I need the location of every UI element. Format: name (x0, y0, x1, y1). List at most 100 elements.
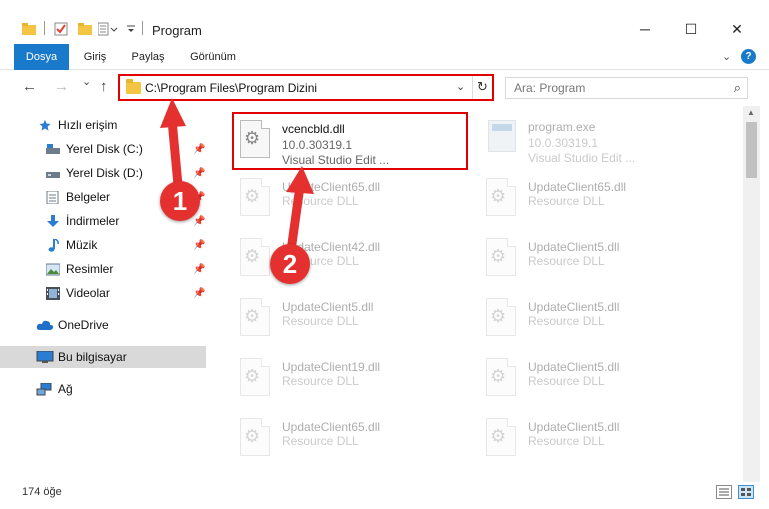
gear-icon: ⚙ (244, 246, 261, 266)
step-2-badge: 2 (270, 244, 310, 284)
folder-icon (126, 79, 141, 94)
computer-icon (36, 350, 54, 363)
file-item-program-exe[interactable]: program.exe 10.0.30319.1 Visual Studio E… (480, 112, 710, 168)
file-type: Resource DLL (528, 434, 605, 448)
window-title: Program (152, 23, 202, 38)
star-icon (39, 119, 51, 131)
tab-home[interactable]: Giriş (80, 44, 110, 70)
drive-icon (46, 171, 60, 178)
sidebar-item-label: Yerel Disk (C:) (66, 142, 143, 156)
back-button[interactable]: ← (22, 78, 37, 95)
close-button[interactable]: ✕ (714, 14, 760, 44)
dropdown-arrow-icon[interactable] (126, 22, 140, 36)
file-description: Visual Studio Edit ... (282, 153, 390, 167)
file-item[interactable]: ⚙ UpdateClient42.dll Resource DLL (234, 232, 464, 288)
customize-toolbar-icon[interactable] (97, 22, 118, 36)
file-item[interactable]: ⚙ UpdateClient65.dll Resource DLL (480, 172, 710, 228)
tab-view[interactable]: Görünüm (186, 44, 240, 70)
sidebar-item-label: Videolar (66, 286, 110, 300)
navigation-pane: Hızlı erişim Yerel Disk (C:) 📌 Yerel Dis… (0, 106, 208, 482)
file-name: UpdateClient5.dll (528, 240, 620, 254)
sidebar-item-this-pc[interactable]: Bu bilgisayar (0, 346, 206, 368)
help-icon[interactable]: ? (741, 49, 756, 64)
file-item[interactable]: ⚙ UpdateClient5.dll Resource DLL (480, 232, 710, 288)
pin-icon[interactable]: 📌 (193, 264, 205, 275)
new-folder-icon[interactable] (78, 22, 92, 36)
file-version: 10.0.30319.1 (528, 136, 599, 150)
file-item[interactable]: ⚙ UpdateClient5.dll Resource DLL (480, 292, 710, 348)
vertical-scrollbar[interactable]: ▲ (743, 106, 760, 482)
forward-button[interactable]: → (54, 78, 69, 95)
sidebar-item-label: Resimler (66, 262, 114, 276)
file-name: UpdateClient5.dll (282, 300, 374, 314)
file-item[interactable]: ⚙ UpdateClient19.dll Resource DLL (234, 352, 464, 408)
gear-icon: ⚙ (490, 306, 507, 326)
file-type: Resource DLL (282, 194, 359, 208)
scrollbar-thumb[interactable] (746, 122, 757, 178)
pin-icon[interactable]: 📌 (193, 144, 205, 155)
properties-icon[interactable] (54, 22, 68, 36)
file-description: Visual Studio Edit ... (528, 151, 636, 165)
file-name: UpdateClient19.dll (282, 360, 381, 374)
file-item[interactable]: ⚙ UpdateClient5.dll Resource DLL (480, 352, 710, 408)
file-type: Resource DLL (282, 374, 359, 388)
details-view-icon[interactable] (716, 485, 732, 499)
search-icon[interactable]: ⌕ (734, 80, 741, 96)
up-button[interactable]: ↑ (100, 78, 108, 95)
music-icon (48, 238, 59, 252)
title-bar: Program ─ ☐ ✕ (0, 0, 769, 44)
file-type: Resource DLL (282, 314, 359, 328)
maximize-button[interactable]: ☐ (668, 14, 714, 44)
pin-icon[interactable]: 📌 (193, 216, 205, 227)
refresh-button[interactable]: ↻ (472, 76, 492, 99)
status-bar: 174 öğe (0, 482, 769, 509)
sidebar-item-label: Müzik (66, 238, 98, 252)
sidebar-item-label: OneDrive (58, 318, 109, 332)
file-name: UpdateClient65.dll (282, 420, 381, 434)
sidebar-item-quick-access[interactable]: Hızlı erişim (0, 114, 206, 136)
chevron-down-icon[interactable]: ⌄ (456, 80, 465, 93)
file-type: Resource DLL (528, 254, 605, 268)
file-item-vcencbld[interactable]: ⚙ vcencbld.dll 10.0.30319.1 Visual Studi… (232, 112, 468, 170)
address-path[interactable]: C:\Program Files\Program Dizini (145, 81, 317, 95)
sidebar-item-pictures[interactable]: Resimler 📌 (0, 258, 206, 280)
sidebar-item-local-disk-c[interactable]: Yerel Disk (C:) 📌 (0, 138, 206, 160)
tab-share[interactable]: Paylaş (126, 44, 170, 70)
network-icon (36, 382, 52, 395)
search-input[interactable]: Ara: Program ⌕ (505, 77, 748, 99)
scroll-up-icon[interactable]: ▲ (747, 108, 755, 117)
file-item[interactable]: ⚙ UpdateClient5.dll Resource DLL (234, 292, 464, 348)
file-list: ⚙ vcencbld.dll 10.0.30319.1 Visual Studi… (208, 106, 743, 482)
pin-icon[interactable]: 📌 (193, 168, 205, 179)
pin-icon[interactable]: 📌 (193, 288, 205, 299)
expand-ribbon-icon[interactable]: ⌄ (722, 50, 731, 63)
sidebar-item-onedrive[interactable]: OneDrive (0, 314, 206, 336)
recent-locations-button[interactable]: ⌄ (82, 75, 91, 88)
sidebar-item-network[interactable]: Ağ (0, 378, 206, 400)
file-type: Resource DLL (528, 314, 605, 328)
tiles-view-icon[interactable] (738, 485, 754, 499)
file-name: UpdateClient5.dll (528, 300, 620, 314)
sidebar-item-label: Ağ (58, 382, 73, 396)
file-name: UpdateClient65.dll (528, 180, 627, 194)
pin-icon[interactable]: 📌 (193, 240, 205, 251)
gear-icon: ⚙ (244, 426, 261, 446)
file-item[interactable]: ⚙ UpdateClient65.dll Resource DLL (234, 412, 464, 468)
item-count: 174 öğe (22, 486, 62, 498)
gear-icon: ⚙ (244, 128, 261, 148)
file-name: program.exe (528, 120, 596, 134)
file-item[interactable]: ⚙ UpdateClient5.dll Resource DLL (480, 412, 710, 468)
sidebar-item-music[interactable]: Müzik 📌 (0, 234, 206, 256)
file-type: Resource DLL (528, 194, 605, 208)
file-name: vcencbld.dll (282, 122, 345, 136)
file-version: 10.0.30319.1 (282, 138, 353, 152)
gear-icon: ⚙ (490, 366, 507, 386)
sidebar-item-label: İndirmeler (66, 214, 120, 228)
minimize-button[interactable]: ─ (622, 14, 668, 44)
sidebar-item-label: Yerel Disk (D:) (66, 166, 143, 180)
sidebar-item-videos[interactable]: Videolar 📌 (0, 282, 206, 304)
address-bar[interactable]: C:\Program Files\Program Dizini ⌄ ↻ (118, 74, 494, 101)
tab-file[interactable]: Dosya (14, 44, 69, 70)
cloud-icon (36, 320, 54, 330)
file-item[interactable]: ⚙ UpdateClient65.dll Resource DLL (234, 172, 464, 228)
